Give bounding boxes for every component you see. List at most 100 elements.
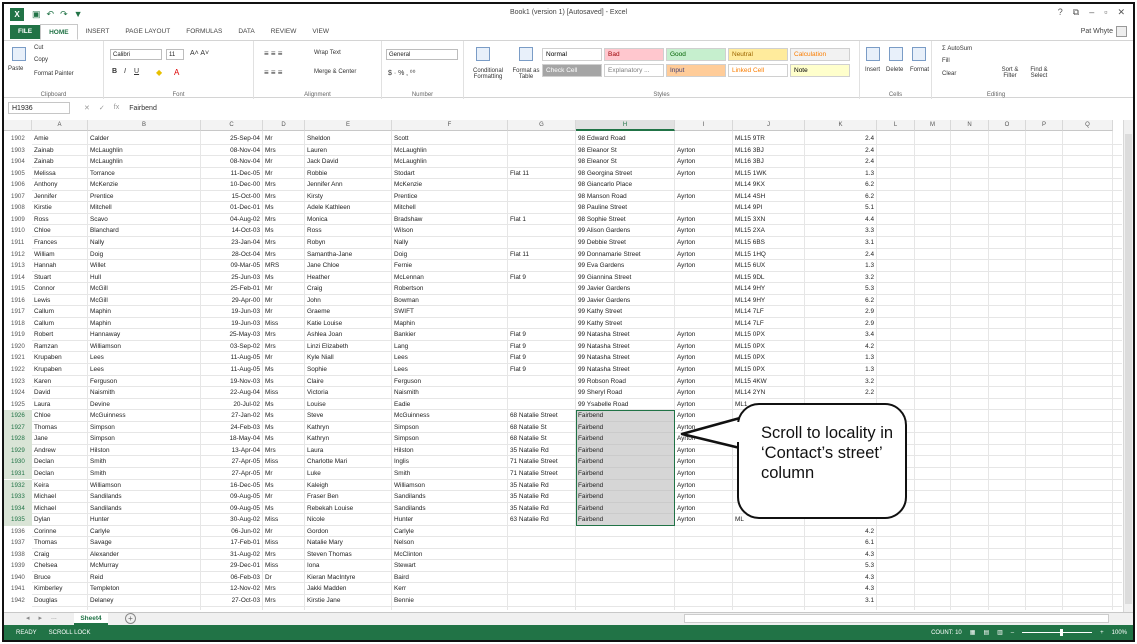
cell-f[interactable]: Fernie <box>392 260 508 272</box>
cell-g[interactable]: 35 Natalie Rd <box>508 480 576 492</box>
cell-h[interactable]: 99 Kathy Street <box>576 318 675 330</box>
cell-j[interactable]: ML14 9HY <box>733 295 805 307</box>
row-header[interactable]: 1922 <box>4 364 32 376</box>
cell-e[interactable]: Kathryn <box>305 422 392 434</box>
cut-button[interactable]: Cut <box>34 45 43 51</box>
delete-button[interactable]: Delete <box>886 67 903 73</box>
cell-e[interactable]: Robbie <box>305 168 392 180</box>
cell-h[interactable]: Fairbend <box>576 410 675 422</box>
cell-h[interactable]: 99 Natasha Street <box>576 341 675 353</box>
cell-f[interactable]: Stewart <box>392 560 508 572</box>
cell-h[interactable]: 99 Donnamarie Street <box>576 249 675 261</box>
cell-d[interactable]: Mrs <box>263 549 305 561</box>
cell-g[interactable]: Flat 9 <box>508 364 576 376</box>
cell-d[interactable]: Mrs <box>263 329 305 341</box>
cell-c[interactable]: 12-Nov-02 <box>201 583 263 595</box>
cell-k[interactable]: 2.4 <box>805 249 877 261</box>
copy-button[interactable]: Copy <box>34 57 48 63</box>
cell-k[interactable]: 1.3 <box>805 364 877 376</box>
cell-e[interactable]: Fraser Ben <box>305 491 392 503</box>
cell-g[interactable] <box>508 133 576 145</box>
cell-c[interactable]: 20-Jul-02 <box>201 399 263 411</box>
cell-a[interactable]: Robert <box>32 329 88 341</box>
cell-c[interactable]: 13-Apr-04 <box>201 445 263 457</box>
cell-j[interactable]: ML15 9TR <box>733 133 805 145</box>
row-header[interactable]: 1924 <box>4 387 32 399</box>
cell-d[interactable]: Ms <box>263 376 305 388</box>
cell-k[interactable]: 5.3 <box>805 283 877 295</box>
cell-a[interactable]: Craig <box>32 549 88 561</box>
cell-c[interactable]: 11-Aug-05 <box>201 364 263 376</box>
cell-k[interactable]: 3.2 <box>805 272 877 284</box>
cell-j[interactable] <box>733 526 805 538</box>
cell-a[interactable]: Michael <box>32 503 88 515</box>
cell-f[interactable]: McGuinness <box>392 410 508 422</box>
cell-j[interactable]: ML14 9HY <box>733 283 805 295</box>
cell-g[interactable]: Flat 11 <box>508 249 576 261</box>
cell-i[interactable]: Ayrton <box>675 249 733 261</box>
cell-k[interactable]: 6.2 <box>805 179 877 191</box>
cell-i[interactable] <box>675 537 733 549</box>
cell-a[interactable]: Chelsea <box>32 560 88 572</box>
align-icons[interactable]: ≡ ≡ ≡ <box>264 49 282 58</box>
cell-i[interactable] <box>675 595 733 607</box>
cell-e[interactable]: Luke <box>305 468 392 480</box>
cell-e[interactable]: Kirstie Jane <box>305 595 392 607</box>
cell-k[interactable]: 4.3 <box>805 583 877 595</box>
cell-b[interactable]: Sandilands <box>88 503 201 515</box>
cell-b[interactable]: Ferguson <box>88 376 201 388</box>
select-all-corner[interactable] <box>4 120 32 131</box>
cell-g[interactable] <box>508 560 576 572</box>
horizontal-scrollbar[interactable] <box>684 614 1109 623</box>
cell-c[interactable]: 31-Aug-02 <box>201 549 263 561</box>
row-header[interactable]: 1934 <box>4 502 32 515</box>
cell-a[interactable]: Karen <box>32 376 88 388</box>
row-header[interactable]: 1906 <box>4 179 32 191</box>
cell-a[interactable]: Laura <box>32 399 88 411</box>
cell-j[interactable]: ML15 0PX <box>733 329 805 341</box>
cell-i[interactable]: Ayrton <box>675 503 733 515</box>
cell-d[interactable]: Mrs <box>263 249 305 261</box>
cell-d[interactable]: Mr <box>263 283 305 295</box>
page-break-view-icon[interactable]: ▥ <box>997 629 1003 636</box>
cell-d[interactable]: Mr <box>263 526 305 538</box>
cell-i[interactable]: Ayrton <box>675 514 733 526</box>
cell-i[interactable]: Ayrton <box>675 145 733 157</box>
cell-i[interactable]: Ayrton <box>675 329 733 341</box>
column-header-a[interactable]: A <box>32 120 88 131</box>
cell-b[interactable]: Smith <box>88 468 201 480</box>
cell-e[interactable]: Jane Chloe <box>305 260 392 272</box>
cell-e[interactable]: Kaleigh <box>305 480 392 492</box>
cell-h[interactable] <box>576 572 675 584</box>
cell-f[interactable]: McLaughlin <box>392 156 508 168</box>
cell-g[interactable] <box>508 537 576 549</box>
cell-i[interactable]: Ayrton <box>675 399 733 411</box>
cell-j[interactable]: ML15 3XN <box>733 214 805 226</box>
cell-j[interactable]: ML15 4KW <box>733 376 805 388</box>
wrap-text-button[interactable]: Wrap Text <box>314 50 341 56</box>
cell-e[interactable]: Louise <box>305 399 392 411</box>
row-header[interactable]: 1928 <box>4 433 32 445</box>
cell-c[interactable]: 27-Jan-02 <box>201 410 263 422</box>
row-header[interactable]: 1904 <box>4 156 32 168</box>
close-icon[interactable]: ✕ <box>1117 7 1125 18</box>
cell-c[interactable]: 30-Aug-02 <box>201 514 263 526</box>
cell-i[interactable]: Ayrton <box>675 491 733 503</box>
cell-b[interactable]: McGill <box>88 283 201 295</box>
cell-h[interactable]: Fairbend <box>576 503 675 515</box>
cell-c[interactable]: 27-Oct-03 <box>201 595 263 607</box>
column-header-l[interactable]: L <box>877 120 915 131</box>
cell-f[interactable]: Lees <box>392 364 508 376</box>
cell-i[interactable] <box>675 572 733 584</box>
cell-d[interactable]: Mrs <box>263 214 305 226</box>
cell-b[interactable]: Doig <box>88 249 201 261</box>
cell-j[interactable]: ML15 1WK <box>733 168 805 180</box>
cell-d[interactable]: Ms <box>263 503 305 515</box>
cell-i[interactable]: Ayrton <box>675 156 733 168</box>
normal-view-icon[interactable]: ▦ <box>970 629 976 636</box>
cell-a[interactable]: Anthony <box>32 179 88 191</box>
cell-a[interactable]: Callum <box>32 318 88 330</box>
column-header-d[interactable]: D <box>263 120 305 131</box>
cell-d[interactable]: Miss <box>263 387 305 399</box>
cell-a[interactable]: Chloe <box>32 225 88 237</box>
